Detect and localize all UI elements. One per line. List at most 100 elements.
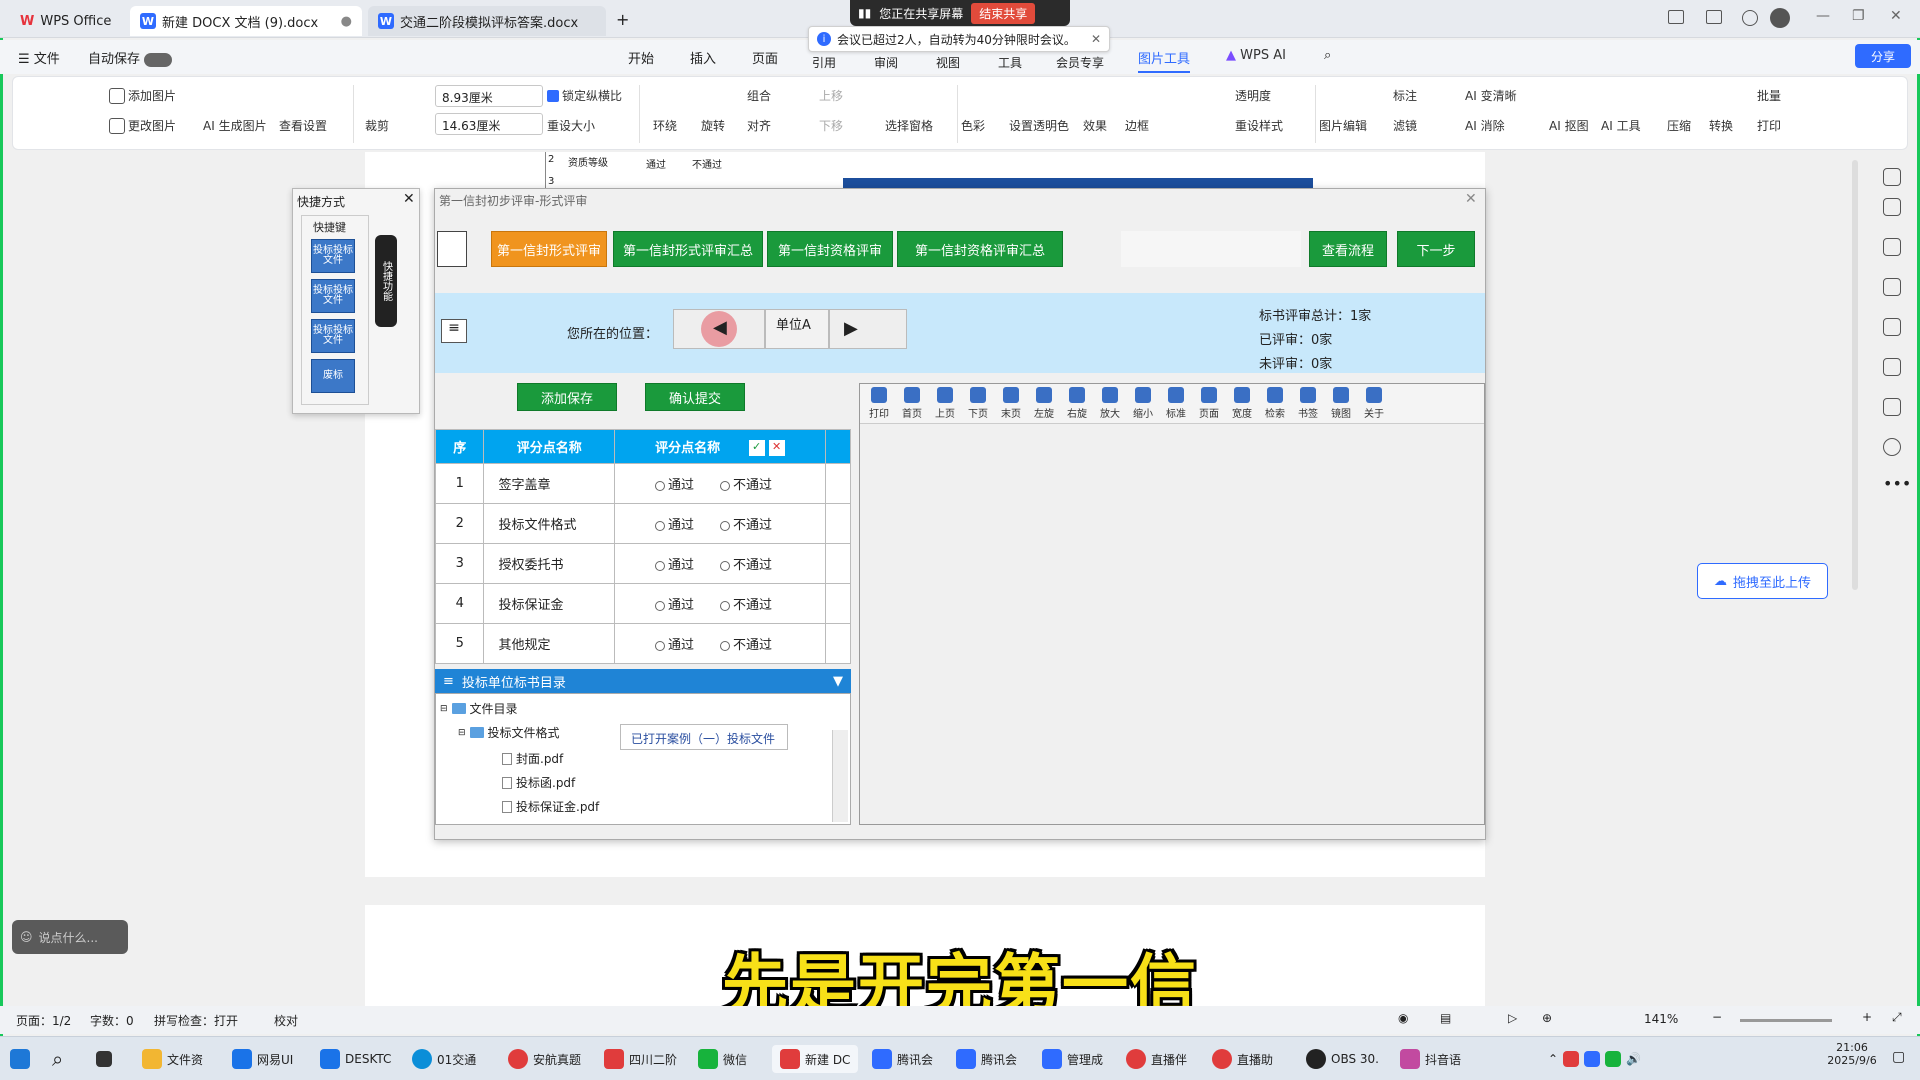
taskbar-app-8[interactable]: 新建 DC xyxy=(772,1045,859,1073)
next-page-tool[interactable]: 下页 xyxy=(963,386,993,420)
menu-home[interactable]: 开始 xyxy=(628,48,654,67)
dialog-close-icon[interactable]: ✕ xyxy=(1465,191,1477,207)
menu-tools[interactable]: 工具 xyxy=(998,54,1022,71)
crop-button[interactable]: 裁剪 xyxy=(365,117,389,134)
menu-reference[interactable]: 引用 xyxy=(812,54,836,71)
add-save-button[interactable]: 添加保存 xyxy=(517,383,617,411)
taskbar-app-11[interactable]: 管理成 xyxy=(1042,1045,1103,1073)
border-button[interactable]: 边框 xyxy=(1125,117,1149,134)
cube-icon[interactable] xyxy=(1742,10,1758,26)
color-button[interactable]: 色彩 xyxy=(961,117,985,134)
pen-icon[interactable] xyxy=(1883,198,1901,216)
tab-wps-office[interactable]: W WPS Office xyxy=(10,6,128,36)
align-button[interactable]: 对齐 xyxy=(747,117,771,134)
zoom-out-tool[interactable]: 缩小 xyxy=(1128,386,1158,420)
more-icon[interactable]: ••• xyxy=(1883,474,1911,493)
avatar[interactable] xyxy=(1770,8,1790,28)
cursor-icon[interactable] xyxy=(1883,238,1901,256)
menu-picture-tools[interactable]: 图片工具 xyxy=(1138,48,1191,73)
change-picture-button[interactable]: 更改图片 xyxy=(109,117,176,134)
menu-insert[interactable]: 插入 xyxy=(690,48,716,67)
chat-input[interactable]: ☺ 说点什么... xyxy=(12,920,128,954)
print-button[interactable]: 打印 xyxy=(1757,117,1781,134)
reject-bid-button[interactable]: 废标 xyxy=(311,359,355,393)
minimize-icon[interactable]: — xyxy=(1816,8,1830,24)
menu-list-icon[interactable]: ≡ xyxy=(441,319,467,343)
move-up-button[interactable]: 上移 xyxy=(819,87,843,104)
menu-view[interactable]: 视图 xyxy=(936,54,960,71)
confirm-submit-button[interactable]: 确认提交 xyxy=(645,383,745,411)
search-icon[interactable]: ⌕ xyxy=(1324,48,1331,63)
radio-pass[interactable]: 通过 xyxy=(655,518,694,533)
convert-button[interactable]: 转换 xyxy=(1709,117,1733,134)
bookmark-tool[interactable]: 书签 xyxy=(1293,386,1323,420)
window-icon[interactable] xyxy=(1706,10,1722,24)
radio-fail[interactable]: 不通过 xyxy=(720,478,772,493)
tree-file[interactable]: 封面.pdf xyxy=(502,750,563,767)
help-icon[interactable] xyxy=(1883,438,1901,456)
transparency-button[interactable]: 透明度 xyxy=(1235,87,1271,104)
share-icon[interactable] xyxy=(1883,398,1901,416)
ai-hd-button[interactable]: AI 变清晰 xyxy=(1465,87,1517,104)
tree-root[interactable]: ⊟ 文件目录 xyxy=(440,700,518,717)
globe-icon[interactable]: ⊕ xyxy=(1542,1011,1552,1025)
radio-pass[interactable]: 通过 xyxy=(655,558,694,573)
translate-icon[interactable] xyxy=(1883,358,1901,376)
taskbar-app-4[interactable]: 01交通 xyxy=(412,1045,476,1073)
menu-wps-ai[interactable]: ▲ WPS AI xyxy=(1226,48,1286,63)
proofread[interactable]: 校对 xyxy=(274,1012,298,1029)
shortcut-close-icon[interactable]: ✕ xyxy=(403,191,415,207)
ai-erase-button[interactable]: AI 消除 xyxy=(1465,117,1505,134)
batch-button[interactable]: 批量 xyxy=(1757,87,1781,104)
group-button[interactable]: 组合 xyxy=(747,87,771,104)
taskbar-app-12[interactable]: 直播伴 xyxy=(1126,1045,1187,1073)
start-icon[interactable] xyxy=(10,1045,30,1073)
radio-pass[interactable]: 通过 xyxy=(655,638,694,653)
left-arrow-icon[interactable]: ◀ xyxy=(713,317,727,338)
fit-width-tool[interactable]: 宽度 xyxy=(1227,386,1257,420)
picture-edit-button[interactable]: 图片编辑 xyxy=(1319,117,1367,134)
eye-icon[interactable]: ◉ xyxy=(1398,1011,1408,1025)
shortcut-side-label[interactable]: 快捷功能 xyxy=(375,235,397,327)
taskbar-app-2[interactable]: 网易UI xyxy=(232,1045,293,1073)
next-unit-button[interactable]: ▶ xyxy=(829,309,907,349)
clear-all-icon[interactable]: ✕ xyxy=(768,440,785,457)
radio-pass[interactable]: 通过 xyxy=(655,598,694,613)
taskbar-app-10[interactable]: 腾讯会 xyxy=(956,1045,1017,1073)
taskbar-app-5[interactable]: 安航真题 xyxy=(508,1045,581,1073)
set-transparent-button[interactable]: 设置透明色 xyxy=(1009,117,1069,134)
taskview-icon[interactable] xyxy=(96,1045,112,1073)
about-tool[interactable]: 关于 xyxy=(1359,386,1389,420)
standard-tool[interactable]: 标准 xyxy=(1161,386,1191,420)
tree-folder[interactable]: ⊟ 投标文件格式 xyxy=(458,724,560,741)
minus-icon[interactable] xyxy=(1883,168,1901,186)
compress-button[interactable]: 压缩 xyxy=(1667,117,1691,134)
taskbar-app-9[interactable]: 腾讯会 xyxy=(872,1045,933,1073)
close-window-icon[interactable]: ✕ xyxy=(1890,8,1902,24)
radio-fail[interactable]: 不通过 xyxy=(720,638,772,653)
notification-icon[interactable]: ▢ xyxy=(1892,1049,1905,1065)
taskbar-app-7[interactable]: 微信 xyxy=(698,1045,747,1073)
lock-ratio-checkbox[interactable]: 锁定纵横比 xyxy=(547,87,622,104)
rotate-left-tool[interactable]: 左旋 xyxy=(1029,386,1059,420)
screenshot-icon[interactable] xyxy=(1668,10,1684,24)
height-input[interactable]: 14.63厘米 xyxy=(435,113,543,135)
shortcut-button-1[interactable]: 投标投标文件 xyxy=(311,239,355,273)
last-page-tool[interactable]: 末页 xyxy=(996,386,1026,420)
nav-formal-review[interactable]: 第一信封形式评审 xyxy=(491,231,607,267)
mirror-tool[interactable]: 镜图 xyxy=(1326,386,1356,420)
search-tool[interactable]: 检索 xyxy=(1260,386,1290,420)
add-picture-button[interactable]: 添加图片 xyxy=(109,87,176,104)
tools-icon[interactable] xyxy=(1883,318,1901,336)
zoom-slider[interactable] xyxy=(1740,1019,1832,1022)
taskbar-app-14[interactable]: OBS 30. xyxy=(1306,1045,1379,1073)
reset-style-button[interactable]: 重设样式 xyxy=(1235,117,1283,134)
tree-file[interactable]: 投标函.pdf xyxy=(502,774,575,791)
effects-button[interactable]: 效果 xyxy=(1083,117,1107,134)
tree-scrollbar[interactable] xyxy=(832,730,848,822)
selection-pane-button[interactable]: 选择窗格 xyxy=(885,117,933,134)
first-page-tool[interactable]: 首页 xyxy=(897,386,927,420)
tab-new-docx[interactable]: W 新建 DOCX 文档 (9).docx ● xyxy=(130,6,362,36)
view-process-button[interactable]: 查看流程 xyxy=(1309,231,1387,267)
taskbar-app-1[interactable]: 文件资 xyxy=(142,1045,203,1073)
